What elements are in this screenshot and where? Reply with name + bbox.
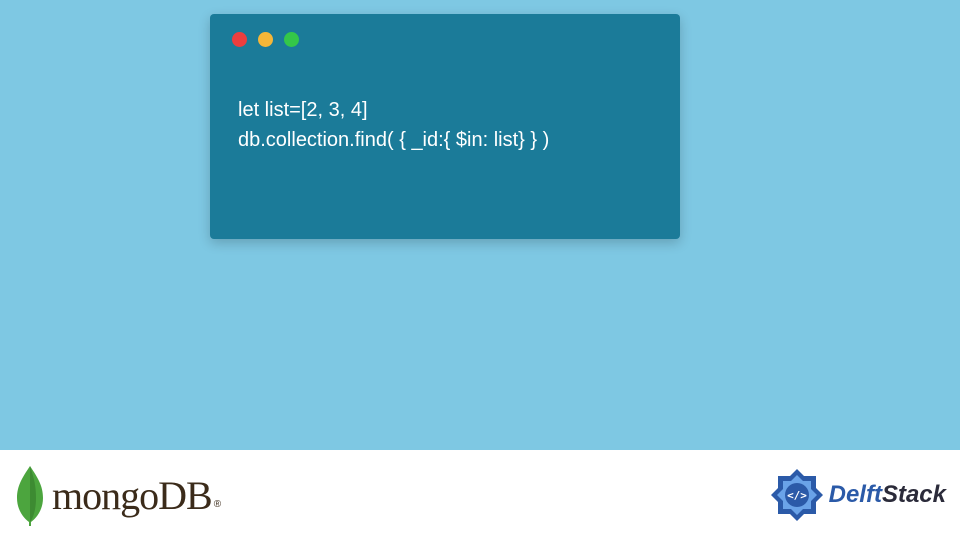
svg-text:</>: </> xyxy=(787,489,807,502)
delftstack-badge-icon: </> xyxy=(769,467,825,523)
mongodb-leaf-icon xyxy=(12,464,48,526)
code-line: db.collection.find( { _id:{ $in: list} }… xyxy=(238,125,652,155)
minimize-icon xyxy=(258,32,273,47)
maximize-icon xyxy=(284,32,299,47)
mongodb-text: mongoDB® xyxy=(52,472,221,519)
delftstack-text: DelftStack xyxy=(829,481,946,509)
mongodb-logo: mongoDB® xyxy=(12,464,221,526)
delftstack-logo: </> DelftStack xyxy=(769,467,946,523)
code-line: let list=[2, 3, 4] xyxy=(238,95,652,125)
code-window: let list=[2, 3, 4] db.collection.find( {… xyxy=(210,14,680,239)
close-icon xyxy=(232,32,247,47)
window-traffic-lights xyxy=(210,14,680,47)
bottom-bar: mongoDB® </> DelftStack xyxy=(0,450,960,540)
code-content: let list=[2, 3, 4] db.collection.find( {… xyxy=(210,47,680,155)
